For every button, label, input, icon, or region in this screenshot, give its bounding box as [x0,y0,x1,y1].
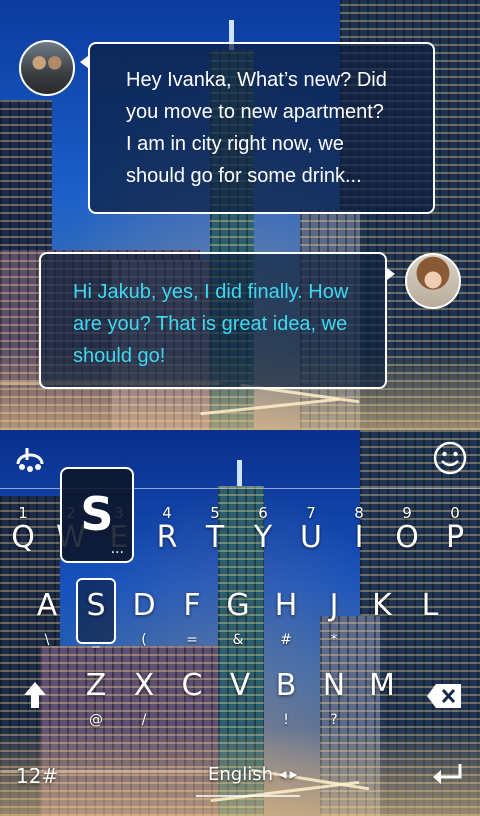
symbols-key[interactable]: 12# [16,764,58,788]
key-label: Z [85,668,107,703]
key-v[interactable]: V [220,664,260,720]
key-label: I [354,520,364,555]
key-symbol-label: ! [283,712,289,728]
message-line: I am in city right now, we [126,133,344,155]
language-arrows: ◀ ▶ [278,769,298,781]
key-label: X [133,668,155,703]
key-c[interactable]: C [172,664,212,720]
key-symbol-label: ( [141,632,147,648]
key-q[interactable]: 1Q [3,504,43,562]
key-b[interactable]: B! [266,664,306,728]
key-symbol-label: = [186,632,198,648]
key-label: Y [253,520,273,555]
key-label: M [369,668,395,703]
key-symbol-label: * [330,632,338,648]
key-label: H [274,588,298,623]
key-h[interactable]: H # [266,584,306,648]
shift-key[interactable] [22,680,48,710]
message-line: are you? That is great idea, we [73,313,348,335]
key-m[interactable]: M [362,664,402,720]
enter-key[interactable] [430,762,464,788]
language-switch-key[interactable]: English ◀ ▶ [208,764,297,785]
space-bar[interactable] [196,795,300,797]
key-s[interactable]: S _ [76,584,116,648]
key-label: R [156,520,178,555]
key-symbol-label: _ [92,632,100,648]
key-symbol-label: ? [330,712,338,728]
key-symbol-label: # [280,632,292,648]
backspace-key[interactable] [426,683,462,709]
key-symbol-label: & [232,632,244,648]
popup-more-indicator: ... [110,541,124,557]
key-label: P [445,520,465,555]
key-label: B [275,668,297,703]
incoming-message-bubble: Hey Ivanka, What’s new? Did you move to … [88,42,435,214]
key-symbol-label: @ [89,712,103,728]
key-label: D [132,588,156,623]
outgoing-message-bubble: Hi Jakub, yes, I did finally. How are yo… [39,252,387,389]
keyboard-logo-icon[interactable] [12,440,48,476]
key-y[interactable]: 6Y [243,504,283,562]
key-label: S [86,588,106,623]
key-l[interactable]: L [410,584,450,640]
key-label: K [372,588,392,623]
key-label: Q [11,520,35,555]
key-preview-popup: S ... [60,467,134,563]
key-symbol-label: / [141,712,147,728]
contact-avatar-jakub[interactable] [19,40,75,96]
key-label: O [395,520,419,555]
key-r[interactable]: 4R [147,504,187,562]
popup-letter: S [80,487,114,541]
key-label: V [229,668,251,703]
key-j[interactable]: J * [314,584,354,648]
key-label: U [300,520,322,555]
key-o[interactable]: 9O [387,504,427,562]
key-d[interactable]: D( [124,584,164,648]
message-line: you move to new apartment? [126,101,384,123]
key-label: A [36,588,58,623]
key-z[interactable]: Z @ [76,664,116,728]
key-u[interactable]: 7U [291,504,331,562]
key-symbol-label: \ [44,632,50,648]
language-label: English [208,764,273,785]
message-line: Hey Ivanka, What’s new? Did [126,69,387,91]
key-t[interactable]: 5T [195,504,235,562]
user-avatar-ivanka[interactable] [405,253,461,309]
key-label: L [421,588,439,623]
key-label: F [183,588,201,623]
key-label: T [205,520,225,555]
key-label: G [226,588,250,623]
key-f[interactable]: F = [172,584,212,648]
key-label: J [329,588,339,623]
key-i[interactable]: 8I [339,504,379,562]
key-n[interactable]: N? [314,664,354,728]
key-k[interactable]: K [362,584,402,640]
bubble-tail [387,268,395,280]
message-line: should go for some drink... [126,165,362,187]
key-x[interactable]: X / [124,664,164,728]
message-line: Hi Jakub, yes, I did finally. How [73,281,349,303]
key-a[interactable]: A \ [27,584,67,648]
key-g[interactable]: G & [218,584,258,648]
bubble-tail [80,56,88,68]
key-label: N [322,668,346,703]
key-p[interactable]: 0P [435,504,475,562]
message-line: should go! [73,345,166,367]
emoji-icon[interactable] [432,440,468,476]
key-label: C [181,668,203,703]
